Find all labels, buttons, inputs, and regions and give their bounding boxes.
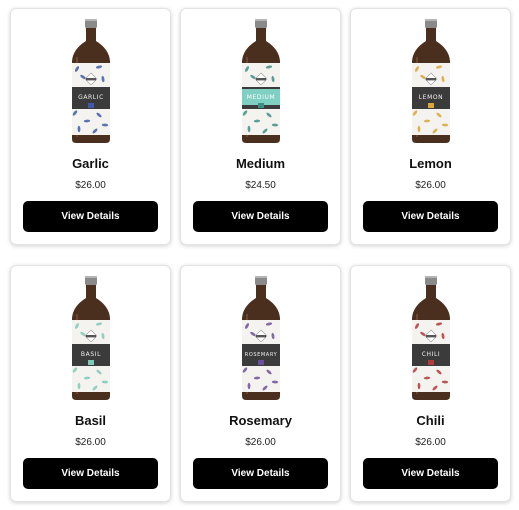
- bottle-label-text: ROSEMARY: [244, 352, 277, 358]
- cap-highlight: [424, 19, 437, 21]
- product-name: Rosemary: [229, 413, 292, 428]
- oil-bottle-icon: LEMON: [411, 19, 450, 143]
- oil-bottle-icon: BASIL: [71, 276, 110, 400]
- product-card: ROSEMARY Rosemary $26.00 View Details: [180, 265, 341, 502]
- view-details-button[interactable]: View Details: [193, 458, 328, 489]
- product-card: MEDIUM Medium $24.50 View Details: [180, 8, 341, 245]
- cap-highlight: [254, 276, 267, 278]
- label-tag: [427, 103, 434, 108]
- oil-bottle-icon: MEDIUM: [241, 19, 280, 143]
- cap-highlight: [424, 276, 437, 278]
- product-name: Basil: [74, 413, 107, 428]
- product-image[interactable]: MEDIUM: [181, 17, 340, 145]
- product-card: BASIL Basil $26.00 View Details: [10, 265, 171, 502]
- view-details-button[interactable]: View Details: [193, 201, 328, 232]
- oil-bottle-icon: GARLIC: [71, 19, 110, 143]
- emblem-banner: [255, 335, 266, 338]
- product-name: Chili: [416, 413, 445, 428]
- bottle-label-text: BASIL: [80, 351, 100, 358]
- product-price: $26.00: [415, 180, 446, 191]
- label-tag: [427, 360, 434, 365]
- product-card: CHILI Chili $26.00 View Details: [350, 265, 511, 502]
- emblem-banner: [425, 335, 436, 338]
- product-image[interactable]: BASIL: [11, 274, 170, 402]
- bottle-label-text: CHILI: [421, 351, 440, 358]
- product-image[interactable]: LEMON: [351, 17, 510, 145]
- view-details-button[interactable]: View Details: [363, 201, 498, 232]
- bottle-label-text: MEDIUM: [246, 94, 275, 101]
- label-tag: [257, 103, 264, 108]
- oil-bottle-icon: ROSEMARY: [241, 276, 280, 400]
- product-image[interactable]: CHILI: [351, 274, 510, 402]
- product-name: Lemon: [409, 156, 452, 171]
- emblem-banner: [255, 78, 266, 81]
- view-details-button[interactable]: View Details: [23, 458, 158, 489]
- cap-highlight: [84, 19, 97, 21]
- product-card: GARLIC Garlic $26.00 View Details: [10, 8, 171, 245]
- product-image[interactable]: ROSEMARY: [181, 274, 340, 402]
- emblem-banner: [85, 78, 96, 81]
- label-tag: [257, 360, 264, 365]
- product-price: $26.00: [415, 437, 446, 448]
- emblem-banner: [85, 335, 96, 338]
- product-card: LEMON Lemon $26.00 View Details: [350, 8, 511, 245]
- bottle-label-text: GARLIC: [78, 94, 104, 101]
- product-price: $26.00: [75, 180, 106, 191]
- emblem-banner: [425, 78, 436, 81]
- product-price: $24.50: [245, 180, 276, 191]
- label-tag: [87, 103, 94, 108]
- view-details-button[interactable]: View Details: [363, 458, 498, 489]
- product-grid: GARLIC Garlic $26.00 View Details MEDIUM…: [10, 8, 511, 502]
- oil-bottle-icon: CHILI: [411, 276, 450, 400]
- label-tag: [87, 360, 94, 365]
- product-price: $26.00: [245, 437, 276, 448]
- cap-highlight: [84, 276, 97, 278]
- bottle-label-text: LEMON: [418, 94, 443, 101]
- cap-highlight: [254, 19, 267, 21]
- view-details-button[interactable]: View Details: [23, 201, 158, 232]
- product-name: Medium: [235, 156, 286, 171]
- product-image[interactable]: GARLIC: [11, 17, 170, 145]
- product-price: $26.00: [75, 437, 106, 448]
- product-name: Garlic: [72, 156, 109, 171]
